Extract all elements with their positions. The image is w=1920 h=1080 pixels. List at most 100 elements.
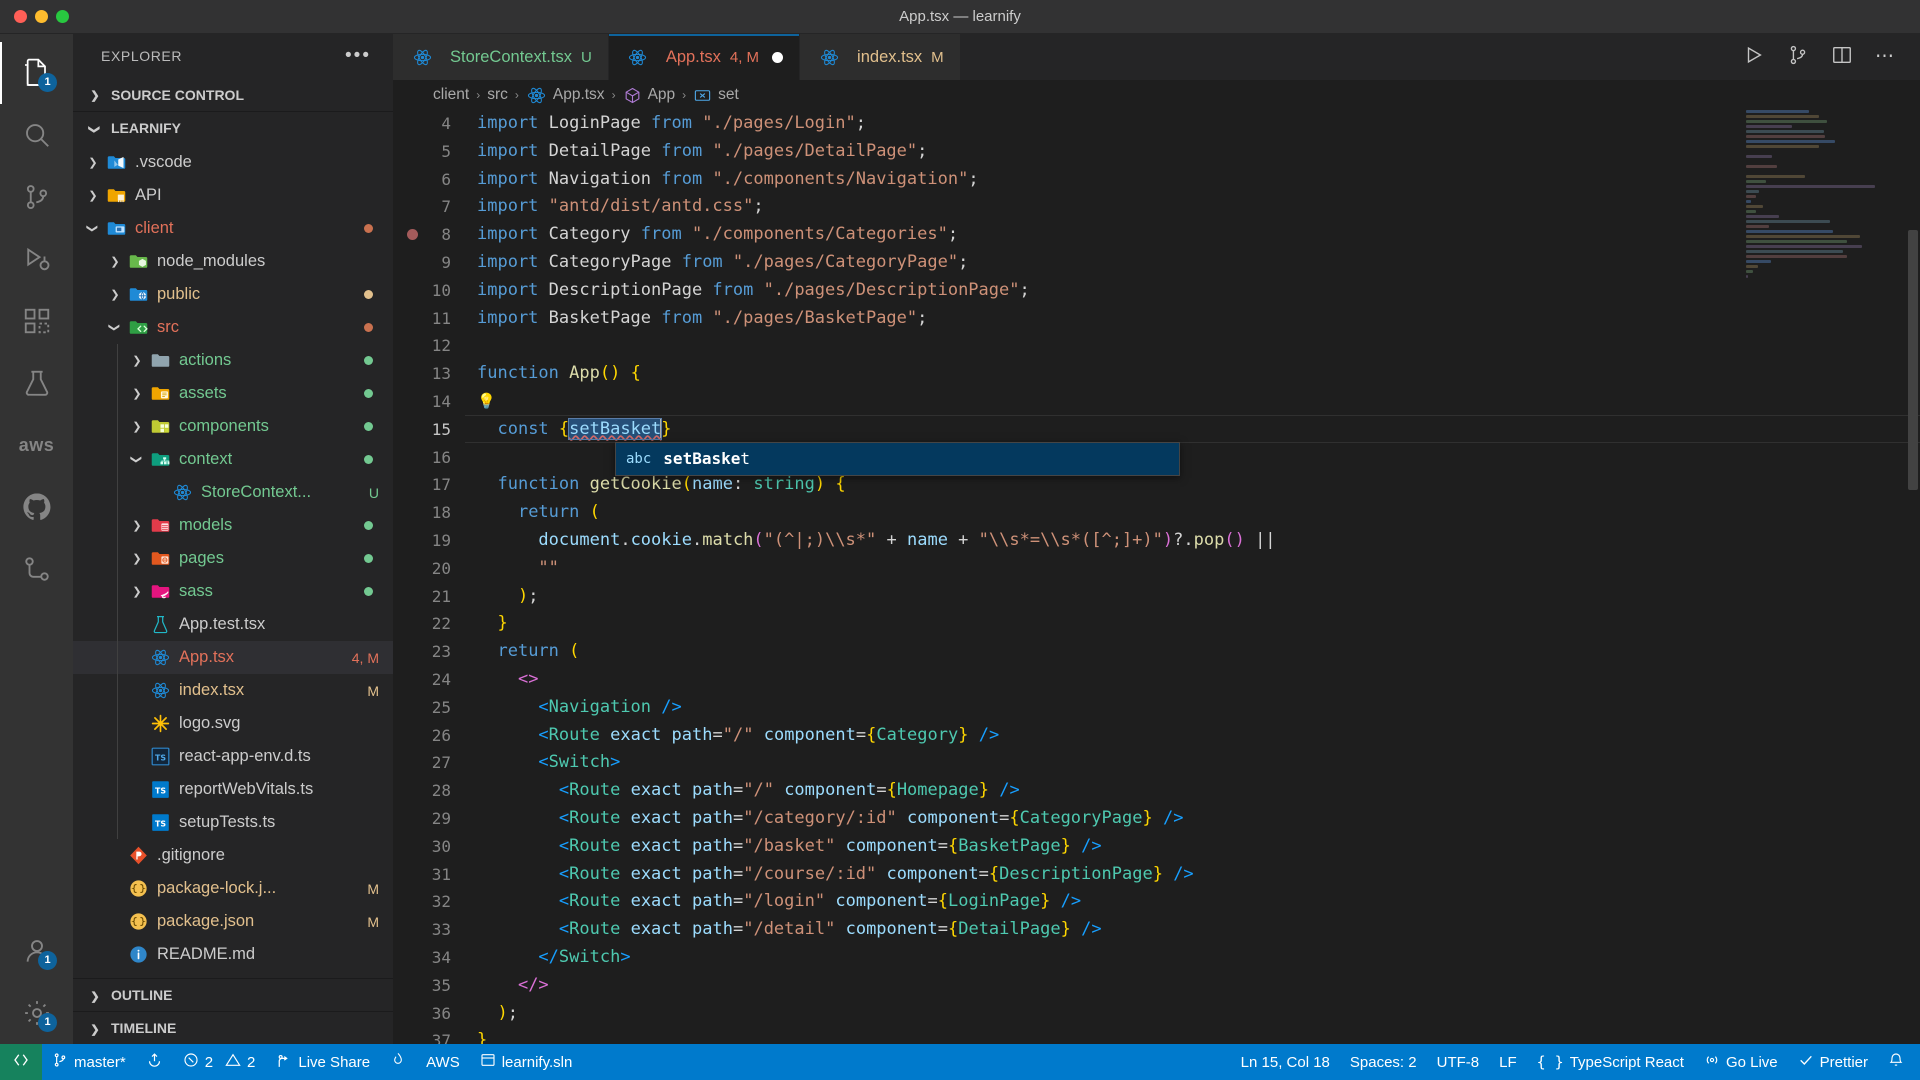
chevron-right-icon[interactable] bbox=[127, 519, 147, 532]
code-line[interactable]: } bbox=[465, 1027, 1920, 1044]
code-line[interactable]: const {setBasket} bbox=[465, 416, 1920, 444]
tree-item-index-tsx[interactable]: index.tsx M bbox=[73, 674, 393, 707]
chevron-down-icon[interactable] bbox=[83, 222, 103, 235]
chevron-right-icon[interactable] bbox=[127, 387, 147, 400]
tree-item-package-lock-j[interactable]: package-lock.j... M bbox=[73, 872, 393, 905]
chevron-right-icon[interactable] bbox=[105, 288, 125, 301]
code-line[interactable]: </Switch> bbox=[465, 944, 1920, 972]
code-line[interactable]: <Route exact path="/detail" component={D… bbox=[465, 916, 1920, 944]
editor-actions[interactable]: ⋯ bbox=[1719, 34, 1920, 80]
section-outline[interactable]: OUTLINE bbox=[73, 978, 393, 1011]
activity-aws[interactable]: aws bbox=[0, 414, 73, 476]
activity-remote-explorer[interactable] bbox=[0, 538, 73, 600]
file-tree[interactable]: .vscode API client node_modulespublic srcact… bbox=[73, 144, 393, 978]
activity-search[interactable] bbox=[0, 104, 73, 166]
status-aws[interactable]: AWS bbox=[416, 1044, 470, 1080]
activity-github[interactable] bbox=[0, 476, 73, 538]
tree-item-reportwebvitals-ts[interactable]: TS reportWebVitals.ts bbox=[73, 773, 393, 806]
code-line[interactable]: <Navigation /> bbox=[465, 694, 1920, 722]
code-line[interactable]: <Route exact path="/category/:id" compon… bbox=[465, 805, 1920, 833]
tree-item-models[interactable]: models bbox=[73, 509, 393, 542]
tree-item-gitignore[interactable]: .gitignore bbox=[73, 839, 393, 872]
editor-scrollbar[interactable] bbox=[1906, 110, 1920, 1044]
activity-accounts[interactable]: 1 bbox=[0, 920, 73, 982]
activity-source-control[interactable] bbox=[0, 166, 73, 228]
tree-item-package-json[interactable]: package.json M bbox=[73, 905, 393, 938]
tree-item-vscode[interactable]: .vscode bbox=[73, 146, 393, 179]
tree-item-client[interactable]: client bbox=[73, 212, 393, 245]
activity-testing[interactable] bbox=[0, 352, 73, 414]
code-line[interactable]: import DetailPage from "./pages/DetailPa… bbox=[465, 138, 1920, 166]
code-line[interactable]: import Category from "./components/Categ… bbox=[465, 221, 1920, 249]
status-go-live[interactable]: Go Live bbox=[1694, 1044, 1788, 1080]
tree-item-setuptests-ts[interactable]: TS setupTests.ts bbox=[73, 806, 393, 839]
status-notifications[interactable] bbox=[1878, 1044, 1920, 1080]
window-controls[interactable] bbox=[0, 10, 69, 23]
code-line[interactable]: <Switch> bbox=[465, 749, 1920, 777]
code-line[interactable]: <Route exact path="/login" component={Lo… bbox=[465, 888, 1920, 916]
tree-item-public[interactable]: public bbox=[73, 278, 393, 311]
play-icon[interactable] bbox=[1743, 44, 1765, 71]
code-line[interactable]: function App() { bbox=[465, 360, 1920, 388]
section-learnify[interactable]: LEARNIFY bbox=[73, 111, 393, 144]
tree-item-app-test-tsx[interactable]: App.test.tsx bbox=[73, 608, 393, 641]
maximize-window-button[interactable] bbox=[56, 10, 69, 23]
code-line[interactable]: <Route exact path="/" component={Homepag… bbox=[465, 777, 1920, 805]
code-line[interactable]: <Route exact path="/" component={Categor… bbox=[465, 722, 1920, 750]
activity-extensions[interactable] bbox=[0, 290, 73, 352]
tree-item-pages[interactable]: pages bbox=[73, 542, 393, 575]
tree-item-app-tsx[interactable]: App.tsx 4, M bbox=[73, 641, 393, 674]
chevron-right-icon[interactable] bbox=[83, 156, 103, 169]
breadcrumb-item-app[interactable]: App bbox=[623, 86, 675, 105]
quick-fix-lightbulb-icon[interactable]: 💡 bbox=[477, 392, 496, 410]
activity-explorer[interactable]: 1 bbox=[0, 42, 73, 104]
tree-item-react-app-env-d-ts[interactable]: TS react-app-env.d.ts bbox=[73, 740, 393, 773]
tree-item-storecontext[interactable]: StoreContext... U bbox=[73, 476, 393, 509]
status-eol[interactable]: LF bbox=[1489, 1044, 1527, 1080]
code-line[interactable]: document.cookie.match("(^|;)\\s*" + name… bbox=[465, 527, 1920, 555]
close-window-button[interactable] bbox=[14, 10, 27, 23]
breadcrumb[interactable]: client › src › App.tsx › App › set bbox=[393, 80, 1920, 110]
status-sync[interactable] bbox=[136, 1044, 173, 1080]
activity-settings[interactable]: 1 bbox=[0, 982, 73, 1044]
code-line[interactable]: import "antd/dist/antd.css"; bbox=[465, 193, 1920, 221]
tree-item-node-modules[interactable]: node_modules bbox=[73, 245, 393, 278]
code-line[interactable]: <> bbox=[465, 666, 1920, 694]
status-language-mode[interactable]: { } TypeScript React bbox=[1527, 1044, 1694, 1080]
code-line[interactable]: import BasketPage from "./pages/BasketPa… bbox=[465, 305, 1920, 333]
chevron-right-icon[interactable] bbox=[127, 420, 147, 433]
activity-run-debug[interactable] bbox=[0, 228, 73, 290]
editor-tab-storecontext-tsx[interactable]: StoreContext.tsx U bbox=[393, 34, 609, 80]
editor-tab-bar[interactable]: StoreContext.tsx U App.tsx 4, M index.tsx M bbox=[393, 34, 1920, 80]
chevron-down-icon[interactable] bbox=[127, 453, 147, 466]
scrollbar-thumb[interactable] bbox=[1908, 230, 1918, 490]
code-line[interactable]: return ( bbox=[465, 638, 1920, 666]
tree-item-sass[interactable]: sass bbox=[73, 575, 393, 608]
minimize-window-button[interactable] bbox=[35, 10, 48, 23]
breadcrumb-item-set[interactable]: set bbox=[693, 86, 739, 105]
split-icon[interactable] bbox=[1831, 44, 1853, 71]
status-remote-indicator[interactable] bbox=[0, 1044, 42, 1080]
code-line[interactable]: ); bbox=[465, 583, 1920, 611]
status-live-share[interactable]: Live Share bbox=[265, 1044, 380, 1080]
code-line[interactable]: </> bbox=[465, 972, 1920, 1000]
explorer-more-actions-button[interactable]: ••• bbox=[345, 46, 371, 65]
suggestion-widget[interactable]: abc setBasket bbox=[615, 441, 1180, 476]
tree-item-readme-md[interactable]: README.md bbox=[73, 938, 393, 971]
breadcrumb-item-src[interactable]: src bbox=[487, 86, 508, 104]
status-cursor-position[interactable]: Ln 15, Col 18 bbox=[1231, 1044, 1340, 1080]
code-line[interactable]: ); bbox=[465, 1000, 1920, 1028]
code-line[interactable]: import CategoryPage from "./pages/Catego… bbox=[465, 249, 1920, 277]
code-line[interactable]: <Route exact path="/course/:id" componen… bbox=[465, 861, 1920, 889]
code-line[interactable]: 💡 bbox=[465, 388, 1920, 416]
minimap[interactable] bbox=[1746, 110, 1896, 1044]
chevron-right-icon[interactable] bbox=[127, 354, 147, 367]
tree-item-logo-svg[interactable]: logo.svg bbox=[73, 707, 393, 740]
editor-tab-index-tsx[interactable]: index.tsx M bbox=[800, 34, 961, 80]
section-timeline[interactable]: TIMELINE bbox=[73, 1011, 393, 1044]
code-content[interactable]: abc setBasket import LoginPage from "./p… bbox=[465, 110, 1920, 1044]
chevron-right-icon[interactable] bbox=[127, 552, 147, 565]
code-line[interactable]: } bbox=[465, 610, 1920, 638]
code-line[interactable] bbox=[465, 332, 1920, 360]
code-line[interactable]: import DescriptionPage from "./pages/Des… bbox=[465, 277, 1920, 305]
